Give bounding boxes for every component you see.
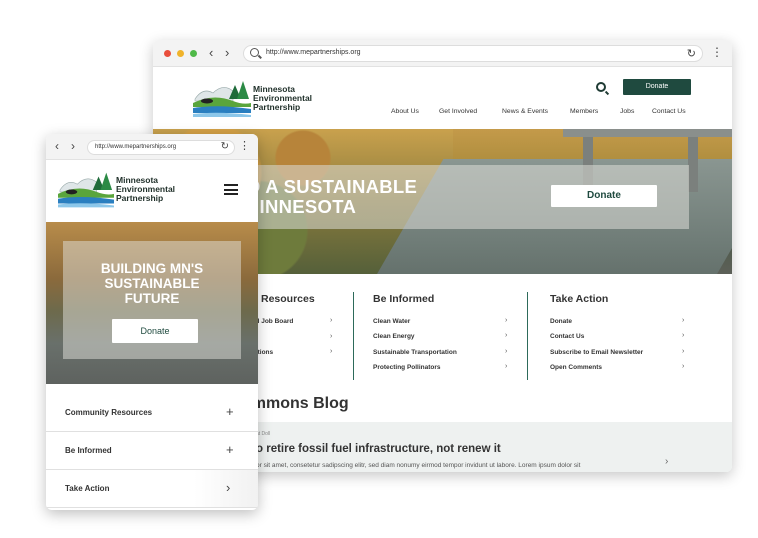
column-link[interactable]: al Job Board <box>254 318 293 325</box>
chevron-right-icon: › <box>682 363 685 370</box>
blog-section-title: ommons Blog <box>242 395 349 412</box>
blog-post-author: at Doll <box>256 431 271 437</box>
link-subscribe-newsletter[interactable]: Subscribe to Email Newsletter <box>550 349 643 356</box>
column-divider <box>353 292 354 380</box>
accordion-community-resources[interactable]: Community Resources + <box>46 394 258 432</box>
chevron-right-icon: › <box>505 363 508 370</box>
accordion-label: Be Informed <box>65 446 112 455</box>
column-divider <box>527 292 528 380</box>
site-logo[interactable]: Minnesota Environmental Partnership <box>193 79 333 119</box>
back-arrow-icon[interactable]: ‹ <box>209 45 213 60</box>
site-search-icon[interactable] <box>596 82 606 92</box>
reload-icon[interactable]: ↻ <box>221 141 229 152</box>
accordion-label: Community Resources <box>65 408 153 417</box>
link-clean-energy[interactable]: Clean Energy <box>373 333 415 340</box>
chevron-right-icon: › <box>226 480 231 495</box>
desktop-browser-toolbar: ‹ › http://www.mepartnerships.org ↻ ⋮ <box>153 40 732 67</box>
logo-wordmark: Minnesota Environmental Partnership <box>253 85 312 112</box>
chevron-right-icon: › <box>330 348 333 355</box>
close-window-icon[interactable] <box>164 50 171 57</box>
logo-line-3: Partnership <box>253 101 301 112</box>
logo-landscape-icon <box>58 172 114 208</box>
chevron-right-icon: › <box>505 317 508 324</box>
forward-arrow-icon[interactable]: › <box>225 45 229 60</box>
logo-landscape-icon <box>193 81 251 117</box>
mobile-browser-window: ‹ › http://www.mepartnerships.org ↻ ⋮ Mi… <box>46 134 258 510</box>
accordion-take-action[interactable]: Take Action › <box>46 470 258 508</box>
accordion-be-informed[interactable]: Be Informed + <box>46 432 258 470</box>
chevron-right-icon: › <box>505 332 508 339</box>
chevron-right-icon: › <box>682 332 685 339</box>
chevron-right-icon: › <box>330 317 333 324</box>
search-icon <box>250 48 259 57</box>
link-donate[interactable]: Donate <box>550 318 572 325</box>
mobile-hero-panel: BUILDING MN'S SUSTAINABLE FUTURE Donate <box>63 241 241 359</box>
mobile-hero-donate-button[interactable]: Donate <box>112 319 198 343</box>
nav-jobs[interactable]: Jobs <box>620 108 634 115</box>
mobile-browser-toolbar: ‹ › http://www.mepartnerships.org ↻ ⋮ <box>46 134 258 160</box>
site-header: Minnesota Environmental Partnership Dona… <box>153 67 732 129</box>
site-header: Minnesota Environmental Partnership <box>46 160 258 222</box>
hero-donate-button[interactable]: Donate <box>551 185 657 207</box>
column-title-resources: Resources <box>261 293 315 305</box>
mobile-hero-title: BUILDING MN'S SUSTAINABLE FUTURE <box>100 261 204 306</box>
bridge-pillar <box>688 137 698 192</box>
link-clean-water[interactable]: Clean Water <box>373 318 410 325</box>
link-contact-us[interactable]: Contact Us <box>550 333 584 340</box>
plus-icon: + <box>226 404 234 419</box>
reload-icon[interactable]: ↻ <box>687 47 696 60</box>
url-text: http://www.mepartnerships.org <box>95 144 177 150</box>
link-open-comments[interactable]: Open Comments <box>550 364 602 371</box>
address-bar[interactable]: http://www.mepartnerships.org ↻ <box>243 45 703 62</box>
forward-arrow-icon[interactable]: › <box>71 139 75 153</box>
logo-line-3: Partnership <box>116 192 164 203</box>
hamburger-menu-icon[interactable] <box>224 184 238 195</box>
hero-bridge-image <box>563 129 732 137</box>
blog-post-excerpt: or sit amet, consetetur sadipscing elitr… <box>256 462 581 469</box>
nav-about-us[interactable]: About Us <box>391 108 419 115</box>
url-text: http://www.mepartnerships.org <box>266 49 361 56</box>
minimize-window-icon[interactable] <box>177 50 184 57</box>
chevron-right-icon: › <box>682 317 685 324</box>
more-options-icon[interactable]: ⋮ <box>711 45 723 59</box>
nav-get-involved[interactable]: Get Involved <box>439 108 477 115</box>
more-options-icon[interactable]: ⋮ <box>239 139 250 152</box>
chevron-right-icon: › <box>330 333 333 340</box>
mobile-hero-section: BUILDING MN'S SUSTAINABLE FUTURE Donate <box>46 222 258 384</box>
column-title-be-informed: Be Informed <box>373 293 435 305</box>
back-arrow-icon[interactable]: ‹ <box>55 139 59 153</box>
column-title-take-action: Take Action <box>550 293 609 305</box>
accordion-label: Take Action <box>65 484 110 493</box>
nav-members[interactable]: Members <box>570 108 598 115</box>
nav-news-events[interactable]: News & Events <box>502 108 548 115</box>
address-bar[interactable]: http://www.mepartnerships.org ↻ <box>87 140 235 155</box>
chevron-right-icon: › <box>505 348 508 355</box>
nav-contact-us[interactable]: Contact Us <box>652 108 686 115</box>
link-protecting-pollinators[interactable]: Protecting Pollinators <box>373 364 441 371</box>
chevron-right-icon: › <box>682 348 685 355</box>
site-logo[interactable]: Minnesota Environmental Partnership <box>58 170 198 210</box>
chevron-right-icon[interactable]: › <box>665 456 668 467</box>
blog-post-headline[interactable]: o retire fossil fuel infrastructure, not… <box>256 443 501 455</box>
plus-icon: + <box>226 442 234 457</box>
link-sustainable-transportation[interactable]: Sustainable Transportation <box>373 349 457 356</box>
header-donate-button[interactable]: Donate <box>623 79 691 95</box>
logo-wordmark: Minnesota Environmental Partnership <box>116 176 175 203</box>
maximize-window-icon[interactable] <box>190 50 197 57</box>
